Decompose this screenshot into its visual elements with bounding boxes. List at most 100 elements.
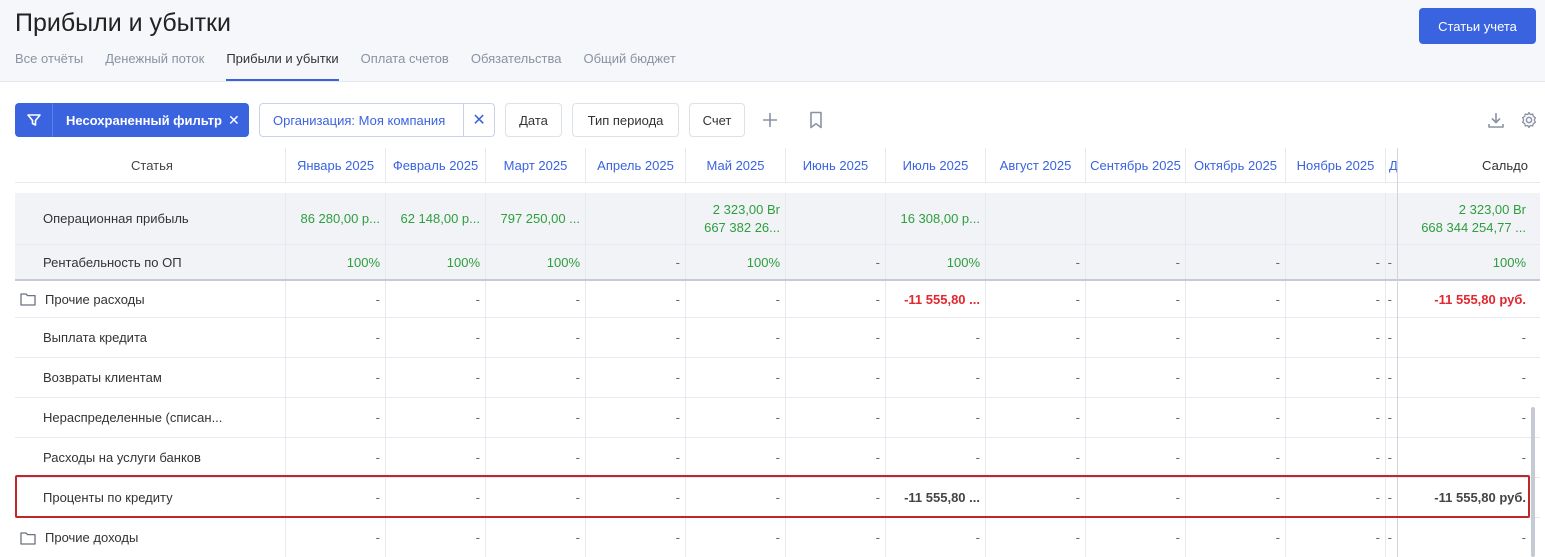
column-header-month[interactable]: Апрель 2025 <box>586 148 686 182</box>
table-cell: - <box>286 398 386 437</box>
table-cell: - <box>586 398 686 437</box>
tab-liabilities[interactable]: Обязательства <box>471 50 562 81</box>
table-cell: - <box>386 398 486 437</box>
table-cell: - <box>1186 518 1286 557</box>
row-name[interactable]: Прочие расходы <box>15 281 286 317</box>
date-filter-button[interactable]: Дата <box>505 103 562 137</box>
column-header-month[interactable]: Июнь 2025 <box>786 148 886 182</box>
column-header-saldo[interactable]: Сальдо <box>1398 148 1540 182</box>
table-cell: - <box>1286 281 1386 317</box>
row-name[interactable]: Выплата кредита <box>15 318 286 357</box>
report-tabs: Все отчёты Денежный поток Прибыли и убыт… <box>15 50 698 82</box>
table-row[interactable]: Нераспределенные (списан... - - - - - - - - - - - - - <box>15 398 1540 438</box>
row-name-label: Прочие расходы <box>45 291 145 307</box>
period-type-filter-button[interactable]: Тип периода <box>572 103 679 137</box>
table-cell: 100% <box>286 245 386 279</box>
table-cell: - <box>686 438 786 477</box>
unsaved-filter-chip[interactable]: Несохраненный фильтр ✕ <box>15 103 249 137</box>
table-cell: - <box>1186 245 1286 279</box>
saldo-cell: 2 323,00 Br 668 344 254,77 ... <box>1398 193 1540 244</box>
table-cell: - <box>386 518 486 557</box>
table-cell: - <box>1186 281 1286 317</box>
row-name-label: Рентабельность по ОП <box>43 254 182 270</box>
table-row[interactable]: Операционная прибыль 86 280,00 р... 62 148… <box>15 193 1540 245</box>
column-header-article[interactable]: Статья <box>15 148 286 182</box>
table-cell: 2 323,00 Br 667 382 26... <box>686 193 786 244</box>
table-cell: - <box>1286 358 1386 397</box>
table-cell: 100% <box>386 245 486 279</box>
row-name-label: Выплата кредита <box>43 330 147 345</box>
table-cell: - <box>286 281 386 317</box>
table-cell: - <box>986 281 1086 317</box>
tab-profit-loss[interactable]: Прибыли и убытки <box>226 50 339 81</box>
table-cell: - <box>686 398 786 437</box>
column-header-month[interactable]: Февраль 2025 <box>386 148 486 182</box>
table-cell: - <box>486 318 586 357</box>
table-cell: - <box>986 518 1086 557</box>
row-name[interactable]: Рентабельность по ОП <box>15 245 286 279</box>
table-cell: - <box>786 245 886 279</box>
download-icon[interactable] <box>1485 109 1507 131</box>
column-header-month[interactable]: Январь 2025 <box>286 148 386 182</box>
saldo-cell: -11 555,80 руб. <box>1434 291 1526 307</box>
table-cell: - <box>1286 518 1386 557</box>
column-header-month[interactable]: Сентябрь 2025 <box>1086 148 1186 182</box>
table-cell: - <box>1086 318 1186 357</box>
tab-general-budget[interactable]: Общий бюджет <box>583 50 675 81</box>
table-cell: - <box>586 318 686 357</box>
saldo-cell: 100% <box>1492 254 1526 270</box>
organization-filter-chip[interactable]: Организация: Моя компания ✕ <box>259 103 495 137</box>
table-cell: - <box>586 281 686 317</box>
table-cell: - <box>386 358 486 397</box>
remove-organization-icon[interactable]: ✕ <box>463 104 494 136</box>
filter-icon[interactable] <box>15 103 53 137</box>
page-header: Прибыли и убытки Статьи учета Все отчёты… <box>0 0 1545 82</box>
table-cell: - <box>786 281 886 317</box>
add-filter-icon[interactable] <box>759 109 781 131</box>
highlighted-row-frame <box>15 475 1530 518</box>
column-header-month[interactable]: Ноябрь 2025 <box>1286 148 1386 182</box>
account-filter-button[interactable]: Счет <box>689 103 745 137</box>
tab-cash-flow[interactable]: Денежный поток <box>105 50 204 81</box>
table-cell: - <box>386 281 486 317</box>
tab-invoice-payment[interactable]: Оплата счетов <box>361 50 449 81</box>
bookmark-icon[interactable] <box>805 109 827 131</box>
table-row[interactable]: Выплата кредита - - - - - - - - - - - - - <box>15 318 1540 358</box>
folder-icon[interactable] <box>20 531 38 545</box>
table-cell: 62 148,00 р... <box>386 193 486 244</box>
row-name[interactable]: Операционная прибыль <box>15 193 286 244</box>
accounting-items-button[interactable]: Статьи учета <box>1419 8 1536 44</box>
row-name[interactable]: Возвраты клиентам <box>15 358 286 397</box>
cell-value-line: 2 323,00 Br <box>1458 201 1526 217</box>
tab-all-reports[interactable]: Все отчёты <box>15 50 83 81</box>
table-cell: - <box>486 438 586 477</box>
table-cell: - <box>286 318 386 357</box>
column-header-month[interactable]: Июль 2025 <box>886 148 986 182</box>
row-name[interactable]: Расходы на услуги банков <box>15 438 286 477</box>
row-name[interactable]: Прочие доходы <box>15 518 286 557</box>
table-row[interactable]: Рентабельность по ОП 100% 100% 100% -100% -10… <box>15 245 1540 281</box>
table-cell: - <box>886 318 986 357</box>
table-cell: - <box>886 438 986 477</box>
table-cell: - <box>286 518 386 557</box>
table-cell: - <box>586 245 686 279</box>
table-row[interactable]: Прочие доходы - - - - - - - - - - - - - <box>15 518 1540 557</box>
table-cell: - <box>286 358 386 397</box>
vertical-scrollbar[interactable] <box>1531 407 1535 557</box>
column-header-month[interactable]: Май 2025 <box>686 148 786 182</box>
table-row[interactable]: Возвраты клиентам - - - - - - - - - - - - - <box>15 358 1540 398</box>
table-row[interactable]: Расходы на услуги банков - - - - - - - - - - - - - <box>15 438 1540 478</box>
table-row[interactable]: Прочие расходы - - - - - - -11 555,80 ... - - - - - -… <box>15 281 1540 318</box>
table-cell: - <box>486 398 586 437</box>
column-header-month[interactable]: Октябрь 2025 <box>1186 148 1286 182</box>
settings-gear-icon[interactable] <box>1518 109 1540 131</box>
folder-icon[interactable] <box>20 292 38 306</box>
column-header-month[interactable]: Март 2025 <box>486 148 586 182</box>
table-cell: - <box>986 398 1086 437</box>
table-cell: - <box>886 398 986 437</box>
row-name-label: Нераспределенные (списан... <box>43 410 223 425</box>
row-name[interactable]: Нераспределенные (списан... <box>15 398 286 437</box>
table-cell: - <box>486 281 586 317</box>
column-header-month[interactable]: Август 2025 <box>986 148 1086 182</box>
clear-filter-icon[interactable]: ✕ <box>228 112 240 129</box>
